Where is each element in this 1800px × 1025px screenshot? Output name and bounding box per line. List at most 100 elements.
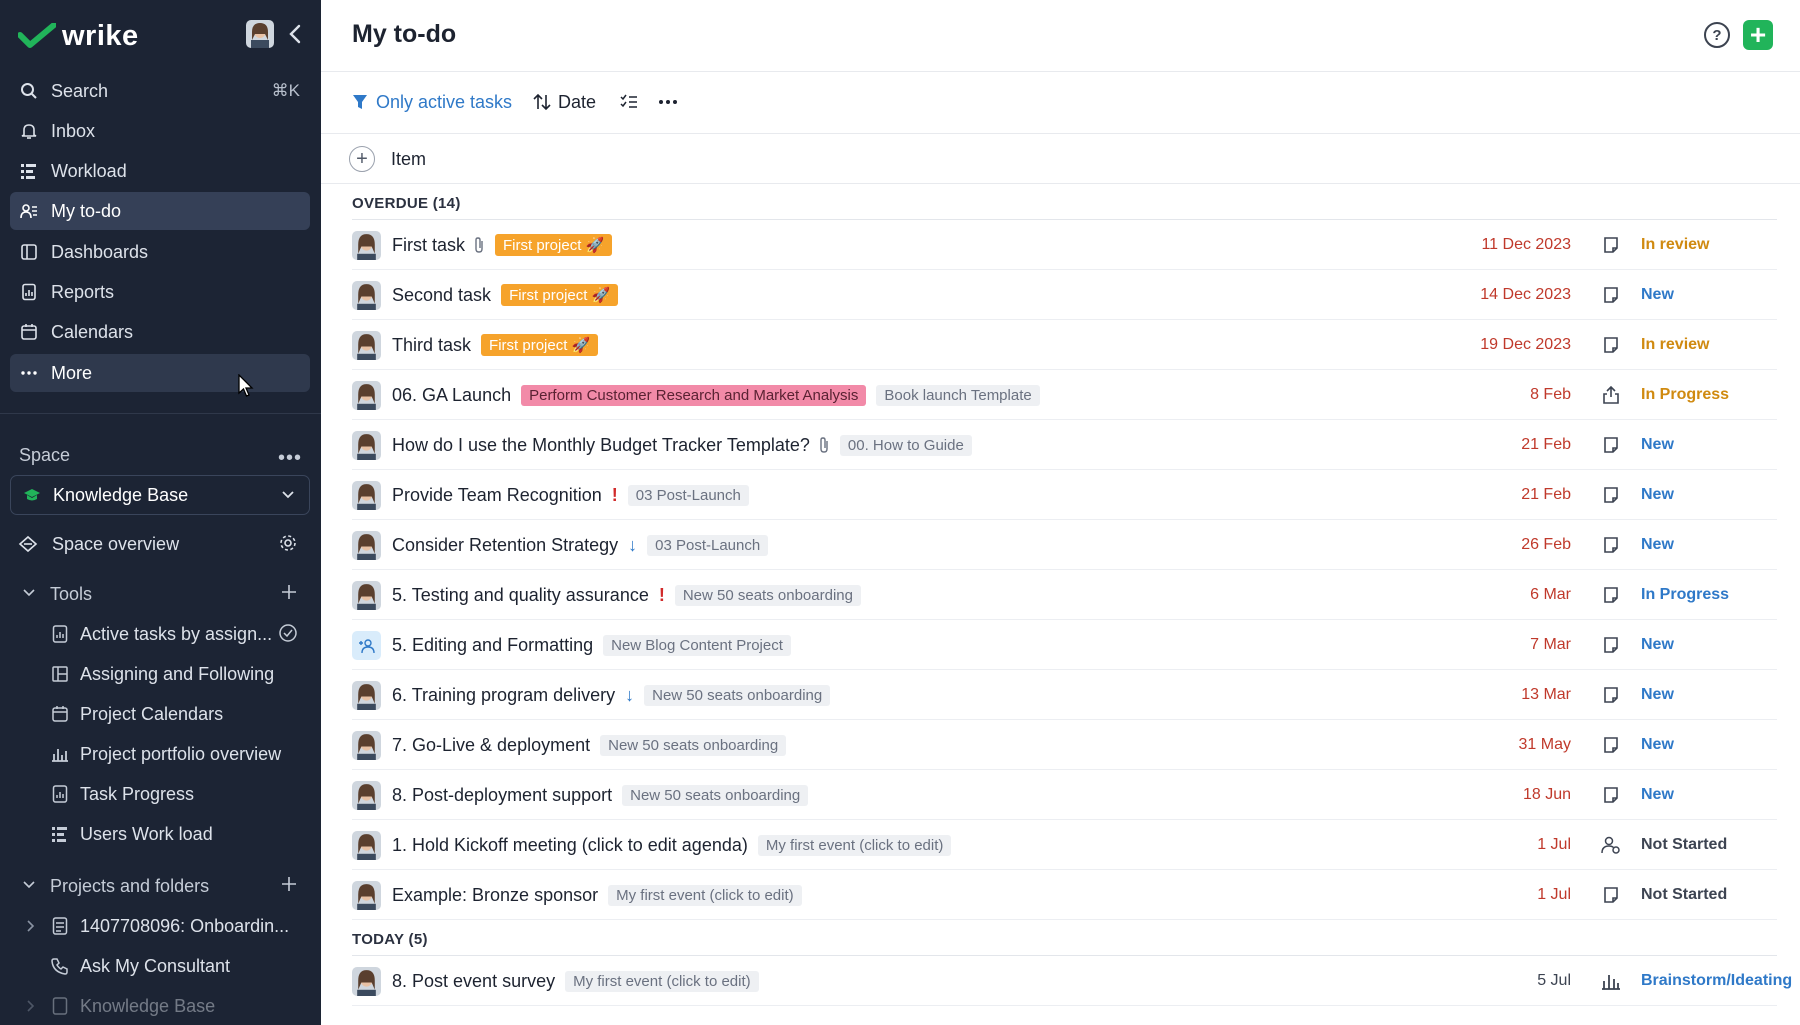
task-name[interactable]: 7. Go-Live & deployment <box>392 735 590 756</box>
task-name[interactable]: 5. Testing and quality assurance <box>392 585 649 606</box>
nav-reports[interactable]: Reports <box>10 273 310 311</box>
invite-assignee-icon[interactable] <box>352 631 381 660</box>
project-item[interactable]: Knowledge Base <box>10 988 310 1024</box>
task-name[interactable]: 06. GA Launch <box>392 385 511 406</box>
task-row[interactable]: 1. Hold Kickoff meeting (click to edit a… <box>352 820 1777 870</box>
task-name[interactable]: How do I use the Monthly Budget Tracker … <box>392 435 810 456</box>
assignee-avatar[interactable] <box>352 331 381 360</box>
assignee-avatar[interactable] <box>352 831 381 860</box>
filter-button[interactable]: Only active tasks <box>352 92 512 113</box>
due-date[interactable]: 21 Feb <box>1521 420 1571 470</box>
task-row[interactable]: Example: Bronze sponsor My first event (c… <box>352 870 1777 920</box>
task-name[interactable]: 8. Post-deployment support <box>392 785 612 806</box>
due-date[interactable]: 26 Feb <box>1521 520 1571 570</box>
task-name[interactable]: 5. Editing and Formatting <box>392 635 593 656</box>
task-row[interactable]: 06. GA Launch Perform Customer Research a… <box>352 370 1777 420</box>
sort-button[interactable]: Date <box>532 92 596 113</box>
task-name[interactable]: Third task <box>392 335 471 356</box>
task-name[interactable]: First task <box>392 235 465 256</box>
user-avatar[interactable] <box>246 20 274 48</box>
task-name[interactable]: Consider Retention Strategy <box>392 535 618 556</box>
nav-workload[interactable]: Workload <box>10 152 310 190</box>
task-row[interactable]: 8. Post event survey My first event (clic… <box>352 956 1792 1006</box>
status-badge[interactable]: New <box>1641 270 1674 320</box>
status-badge[interactable]: In Progress <box>1641 570 1729 620</box>
add-tool-icon[interactable] <box>280 583 298 606</box>
tool-item[interactable]: Project portfolio overview <box>10 736 310 772</box>
wrike-logo[interactable]: wrike <box>18 14 139 58</box>
group-header[interactable]: TODAY (5) <box>352 931 428 948</box>
assignee-avatar[interactable] <box>352 431 381 460</box>
assignee-avatar[interactable] <box>352 231 381 260</box>
gear-icon[interactable] <box>278 533 298 558</box>
projects-section[interactable]: Projects and folders <box>10 868 310 904</box>
project-tag[interactable]: First project 🚀 <box>481 334 599 356</box>
add-item-button[interactable]: + Item <box>349 146 426 172</box>
assignee-avatar[interactable] <box>352 531 381 560</box>
assignee-avatar[interactable] <box>352 381 381 410</box>
project-tag[interactable]: New 50 seats onboarding <box>622 784 809 806</box>
due-date[interactable]: 1 Jul <box>1537 820 1571 870</box>
due-date[interactable]: 31 May <box>1519 720 1571 770</box>
nav-inbox[interactable]: Inbox <box>10 112 310 150</box>
task-row[interactable]: 8. Post-deployment support New 50 seats o… <box>352 770 1777 820</box>
task-row[interactable]: 6. Training program delivery ↓ New 50 seat… <box>352 670 1777 720</box>
help-icon[interactable]: ? <box>1704 22 1730 48</box>
nav-more[interactable]: More <box>10 354 310 392</box>
due-date[interactable]: 18 Jun <box>1523 770 1571 820</box>
task-name[interactable]: Provide Team Recognition <box>392 485 602 506</box>
space-selector[interactable]: Knowledge Base <box>10 475 310 515</box>
status-badge[interactable]: In review <box>1641 220 1709 270</box>
group-header[interactable]: OVERDUE (14) <box>352 195 461 212</box>
project-tag[interactable]: 03 Post-Launch <box>647 534 769 556</box>
project-tag[interactable]: New 50 seats onboarding <box>674 584 861 606</box>
project-item[interactable]: Ask My Consultant <box>10 948 310 984</box>
task-name[interactable]: Second task <box>392 285 491 306</box>
more-options-icon[interactable] <box>658 99 678 105</box>
project-tag[interactable]: My first event (click to edit) <box>565 970 759 992</box>
status-badge[interactable]: Not Started <box>1641 870 1727 920</box>
nav-dashboards[interactable]: Dashboards <box>10 233 310 271</box>
status-badge[interactable]: New <box>1641 620 1674 670</box>
project-tag[interactable]: My first event (click to edit) <box>608 884 802 906</box>
project-tag[interactable]: Perform Customer Research and Market Ana… <box>521 384 867 406</box>
nav-my-todo[interactable]: My to-do <box>10 192 310 230</box>
assignee-avatar[interactable] <box>352 781 381 810</box>
status-badge[interactable]: New <box>1641 420 1674 470</box>
project-tag[interactable]: New 50 seats onboarding <box>600 734 787 756</box>
nav-search[interactable]: Search ⌘K <box>10 72 310 110</box>
due-date[interactable]: 7 Mar <box>1530 620 1571 670</box>
tool-item[interactable]: Project Calendars <box>10 696 310 732</box>
status-badge[interactable]: In review <box>1641 320 1709 370</box>
project-tag[interactable]: 00. How to Guide <box>839 434 972 456</box>
task-name[interactable]: 8. Post event survey <box>392 971 555 992</box>
assignee-avatar[interactable] <box>352 681 381 710</box>
task-row[interactable]: Provide Team Recognition! 03 Post-Launch 2… <box>352 470 1777 520</box>
tools-section[interactable]: Tools <box>10 576 310 612</box>
task-name[interactable]: 1. Hold Kickoff meeting (click to edit a… <box>392 835 748 856</box>
status-badge[interactable]: New <box>1641 470 1674 520</box>
project-item[interactable]: 1407708096: Onboardin... <box>10 908 310 944</box>
due-date[interactable]: 1 Jul <box>1537 870 1571 920</box>
status-badge[interactable]: Brainstorm/Ideating <box>1641 956 1792 1006</box>
assignee-avatar[interactable] <box>352 281 381 310</box>
assignee-avatar[interactable] <box>352 967 381 996</box>
tool-item[interactable]: Users Work load <box>10 816 310 852</box>
tool-item[interactable]: Active tasks by assign... <box>10 616 310 652</box>
project-tag[interactable]: New 50 seats onboarding <box>644 684 831 706</box>
assignee-avatar[interactable] <box>352 881 381 910</box>
nav-calendars[interactable]: Calendars <box>10 313 310 351</box>
task-name[interactable]: 6. Training program delivery <box>392 685 615 706</box>
task-row[interactable]: How do I use the Monthly Budget Tracker … <box>352 420 1777 470</box>
project-tag[interactable]: My first event (click to edit) <box>757 834 952 856</box>
task-row[interactable]: 5. Testing and quality assurance! New 50 … <box>352 570 1777 620</box>
collapse-sidebar-icon[interactable] <box>286 22 306 46</box>
add-project-icon[interactable] <box>280 875 298 898</box>
checklist-icon[interactable] <box>620 93 638 111</box>
due-date[interactable]: 8 Feb <box>1530 370 1571 420</box>
task-row[interactable]: 7. Go-Live & deployment New 50 seats onbo… <box>352 720 1777 770</box>
task-row[interactable]: Second task First project 🚀 14 Dec 2023 New <box>352 270 1777 320</box>
project-tag[interactable]: First project 🚀 <box>495 234 613 256</box>
tool-item[interactable]: Assigning and Following <box>10 656 310 692</box>
status-badge[interactable]: In Progress <box>1641 370 1729 420</box>
